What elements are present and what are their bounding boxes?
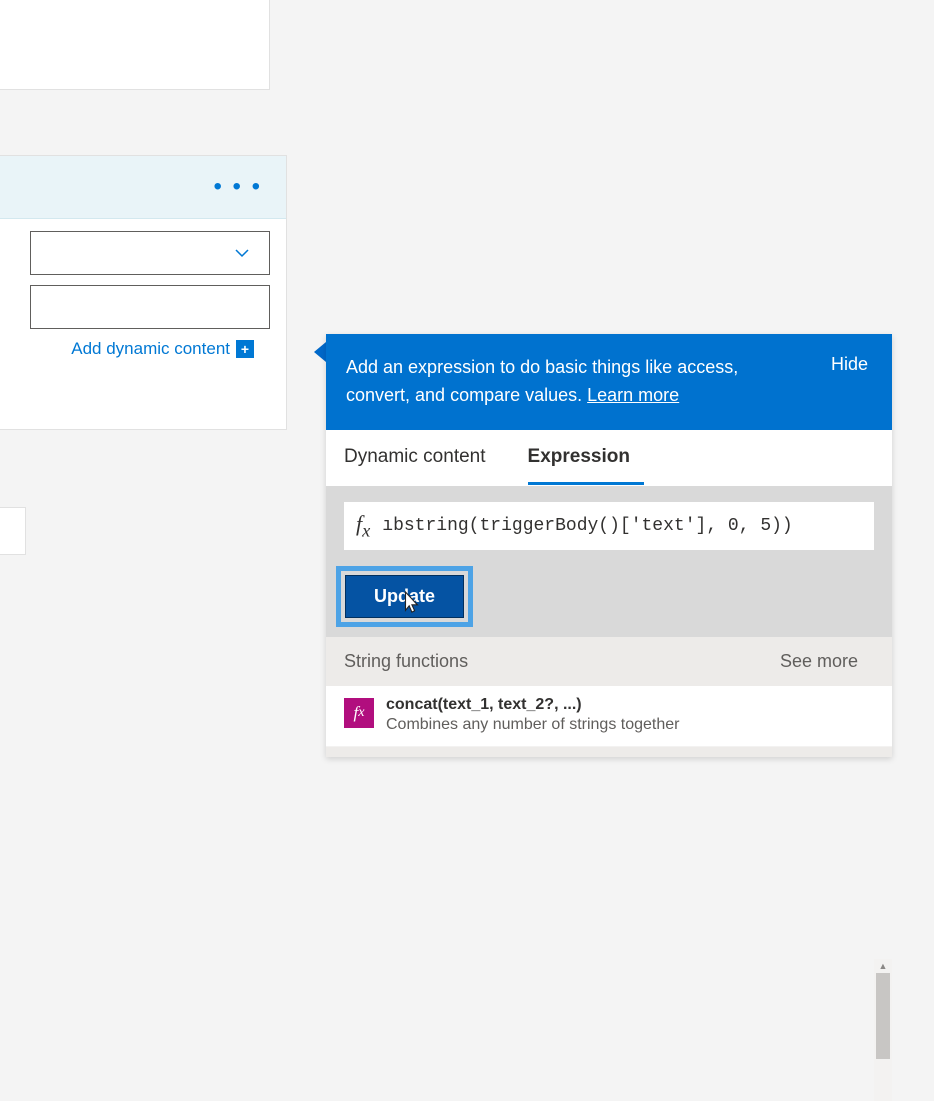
- fx-badge-icon: fx: [344, 698, 374, 728]
- previous-action-card: [0, 0, 270, 90]
- plus-icon: +: [236, 340, 254, 358]
- more-icon[interactable]: • • •: [213, 182, 262, 192]
- expression-header-text: Add an expression to do basic things lik…: [346, 354, 807, 410]
- scroll-up-icon[interactable]: ▲: [874, 959, 892, 973]
- tab-expression[interactable]: Expression: [528, 430, 644, 485]
- action-card: • • • Add dynamic content +: [0, 155, 287, 430]
- function-description: Combines any number of strings together: [386, 716, 679, 734]
- dropdown-field[interactable]: [30, 231, 270, 275]
- expression-panel: Add an expression to do basic things lik…: [326, 334, 892, 757]
- update-button[interactable]: Update: [345, 575, 464, 618]
- action-card-header: • • •: [0, 156, 286, 219]
- expression-value: ıbstring(triggerBody()['text'], 0, 5)): [382, 516, 792, 536]
- see-more-link[interactable]: See more: [780, 651, 858, 672]
- chevron-down-icon: [233, 244, 251, 262]
- partial-box: [0, 507, 26, 555]
- update-button-row: Update: [326, 566, 892, 637]
- expression-input[interactable]: fx ıbstring(triggerBody()['text'], 0, 5)…: [344, 502, 874, 550]
- tab-dynamic-content[interactable]: Dynamic content: [344, 430, 500, 485]
- add-dynamic-content-label: Add dynamic content: [71, 339, 230, 359]
- function-item-concat[interactable]: fx concat(text_1, text_2?, ...) Combines…: [326, 686, 892, 747]
- text-input-field[interactable]: [30, 285, 270, 329]
- expression-header-msg: Add an expression to do basic things lik…: [346, 357, 738, 405]
- string-functions-header: String functions See more: [326, 637, 892, 686]
- action-card-body: Add dynamic content +: [0, 219, 286, 429]
- function-title: concat(text_1, text_2?, ...): [386, 696, 679, 714]
- learn-more-link[interactable]: Learn more: [587, 385, 679, 405]
- expression-panel-header: Add an expression to do basic things lik…: [326, 334, 892, 430]
- expression-input-row: fx ıbstring(triggerBody()['text'], 0, 5)…: [326, 486, 892, 566]
- function-text: concat(text_1, text_2?, ...) Combines an…: [386, 696, 679, 734]
- add-dynamic-content-link[interactable]: Add dynamic content +: [0, 339, 270, 359]
- scrollbar-thumb[interactable]: [876, 973, 890, 1059]
- update-button-highlight: Update: [336, 566, 473, 627]
- tab-strip: Dynamic content Expression: [326, 430, 892, 486]
- next-section-stub: [326, 747, 892, 757]
- hide-button[interactable]: Hide: [831, 354, 868, 375]
- update-button-label: Update: [374, 586, 435, 606]
- string-functions-label: String functions: [344, 651, 468, 672]
- callout-arrow-icon: [314, 342, 326, 362]
- fx-icon: fx: [356, 511, 370, 541]
- scrollbar[interactable]: ▲: [874, 959, 892, 1101]
